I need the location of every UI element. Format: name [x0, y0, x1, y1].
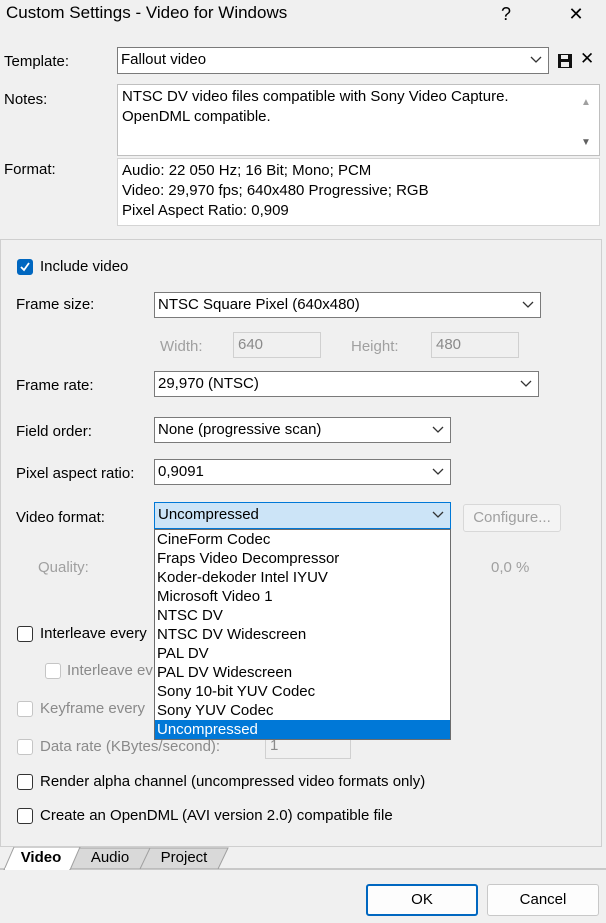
scroll-down-icon[interactable]: ▼: [581, 133, 591, 153]
field-order-label: Field order:: [16, 423, 92, 440]
video-format-select[interactable]: Uncompressed: [154, 502, 451, 529]
tab-project[interactable]: Project: [142, 847, 226, 869]
video-format-dropdown[interactable]: CineForm Codec Fraps Video Decompressor …: [154, 529, 451, 740]
render-alpha-checkbox[interactable]: [17, 774, 33, 790]
pixel-aspect-ratio-value: 0,9091: [158, 463, 204, 480]
tab-audio[interactable]: Audio: [76, 847, 144, 869]
scroll-up-icon[interactable]: ▲: [581, 93, 591, 113]
settings-header: Template: Fallout video ✕ Notes: NTSC DV…: [0, 32, 606, 234]
quality-label: Quality:: [38, 559, 89, 576]
pixel-aspect-ratio-label: Pixel aspect ratio:: [16, 465, 135, 482]
dropdown-item[interactable]: CineForm Codec: [155, 530, 450, 549]
field-order-value: None (progressive scan): [158, 421, 322, 438]
title-bar: Custom Settings - Video for Windows ? ✕: [0, 0, 606, 32]
render-alpha-label: Render alpha channel (uncompressed video…: [40, 773, 426, 790]
chevron-down-icon: [522, 293, 534, 309]
notes-label: Notes:: [4, 91, 48, 108]
pixel-aspect-ratio-select[interactable]: 0,9091: [154, 459, 451, 485]
frame-rate-value: 29,970 (NTSC): [158, 375, 259, 392]
dropdown-item[interactable]: Fraps Video Decompressor: [155, 549, 450, 568]
dropdown-item[interactable]: Uncompressed: [155, 720, 450, 739]
dropdown-item[interactable]: Sony YUV Codec: [155, 701, 450, 720]
data-rate-checkbox[interactable]: [17, 739, 33, 755]
opendml-label: Create an OpenDML (AVI version 2.0) comp…: [40, 807, 393, 824]
notes-line: NTSC DV video files compatible with Sony…: [122, 88, 509, 105]
dropdown-item[interactable]: Koder-dekoder Intel IYUV: [155, 568, 450, 587]
notes-line: OpenDML compatible.: [122, 108, 271, 125]
help-button[interactable]: ?: [486, 2, 526, 28]
template-combo[interactable]: Fallout video: [117, 47, 549, 74]
dropdown-item[interactable]: PAL DV Widescreen: [155, 663, 450, 682]
delete-icon[interactable]: ✕: [580, 49, 594, 69]
notes-field[interactable]: NTSC DV video files compatible with Sony…: [117, 84, 600, 156]
interleave-sub-label: Interleave ev: [67, 662, 153, 679]
dropdown-item[interactable]: PAL DV: [155, 644, 450, 663]
video-format-value: Uncompressed: [158, 506, 259, 523]
include-video-checkbox[interactable]: [17, 259, 33, 275]
save-icon[interactable]: [557, 53, 573, 69]
template-value: Fallout video: [121, 51, 207, 68]
height-label: Height:: [351, 338, 399, 355]
height-input[interactable]: 480: [431, 332, 519, 358]
configure-button[interactable]: Configure...: [463, 504, 561, 532]
tab-strip: Video Audio Project: [0, 847, 606, 870]
frame-size-value: NTSC Square Pixel (640x480): [158, 296, 360, 313]
chevron-down-icon: [432, 503, 444, 519]
keyframe-checkbox[interactable]: [17, 701, 33, 717]
notes-scrollbar[interactable]: ▲ ▼: [573, 85, 599, 155]
interleave-checkbox[interactable]: [17, 626, 33, 642]
width-input[interactable]: 640: [233, 332, 321, 358]
chevron-down-icon: [432, 418, 444, 434]
width-label: Width:: [160, 338, 203, 355]
close-button[interactable]: ✕: [556, 2, 596, 28]
dropdown-item[interactable]: Sony 10-bit YUV Codec: [155, 682, 450, 701]
interleave-sub-checkbox[interactable]: [45, 663, 61, 679]
tab-video[interactable]: Video: [8, 847, 74, 869]
ok-button[interactable]: OK: [366, 884, 478, 916]
interleave-label: Interleave every: [40, 625, 147, 642]
dropdown-item[interactable]: NTSC DV: [155, 606, 450, 625]
format-label: Format:: [4, 161, 56, 178]
window-title: Custom Settings - Video for Windows: [6, 3, 288, 22]
format-line: Video: 29,970 fps; 640x480 Progressive; …: [122, 182, 429, 199]
frame-size-select[interactable]: NTSC Square Pixel (640x480): [154, 292, 541, 318]
quality-value: 0,0 %: [491, 559, 530, 576]
dropdown-item[interactable]: NTSC DV Widescreen: [155, 625, 450, 644]
format-line: Pixel Aspect Ratio: 0,909: [122, 202, 289, 219]
video-format-label: Video format:: [16, 509, 105, 526]
format-info: Audio: 22 050 Hz; 16 Bit; Mono; PCM Vide…: [117, 158, 600, 226]
cancel-button[interactable]: Cancel: [487, 884, 599, 916]
dropdown-item[interactable]: Microsoft Video 1: [155, 587, 450, 606]
data-rate-label: Data rate (KBytes/second):: [40, 738, 221, 755]
field-order-select[interactable]: None (progressive scan): [154, 417, 451, 443]
opendml-checkbox[interactable]: [17, 808, 33, 824]
frame-rate-select[interactable]: 29,970 (NTSC): [154, 371, 539, 397]
frame-size-label: Frame size:: [16, 296, 95, 313]
chevron-down-icon: [520, 372, 532, 388]
include-video-label: Include video: [40, 258, 129, 275]
chevron-down-icon: [530, 48, 542, 64]
chevron-down-icon: [432, 460, 444, 476]
template-label: Template:: [4, 53, 70, 70]
format-line: Audio: 22 050 Hz; 16 Bit; Mono; PCM: [122, 162, 372, 179]
keyframe-label: Keyframe every: [40, 700, 146, 717]
frame-rate-label: Frame rate:: [16, 377, 94, 394]
